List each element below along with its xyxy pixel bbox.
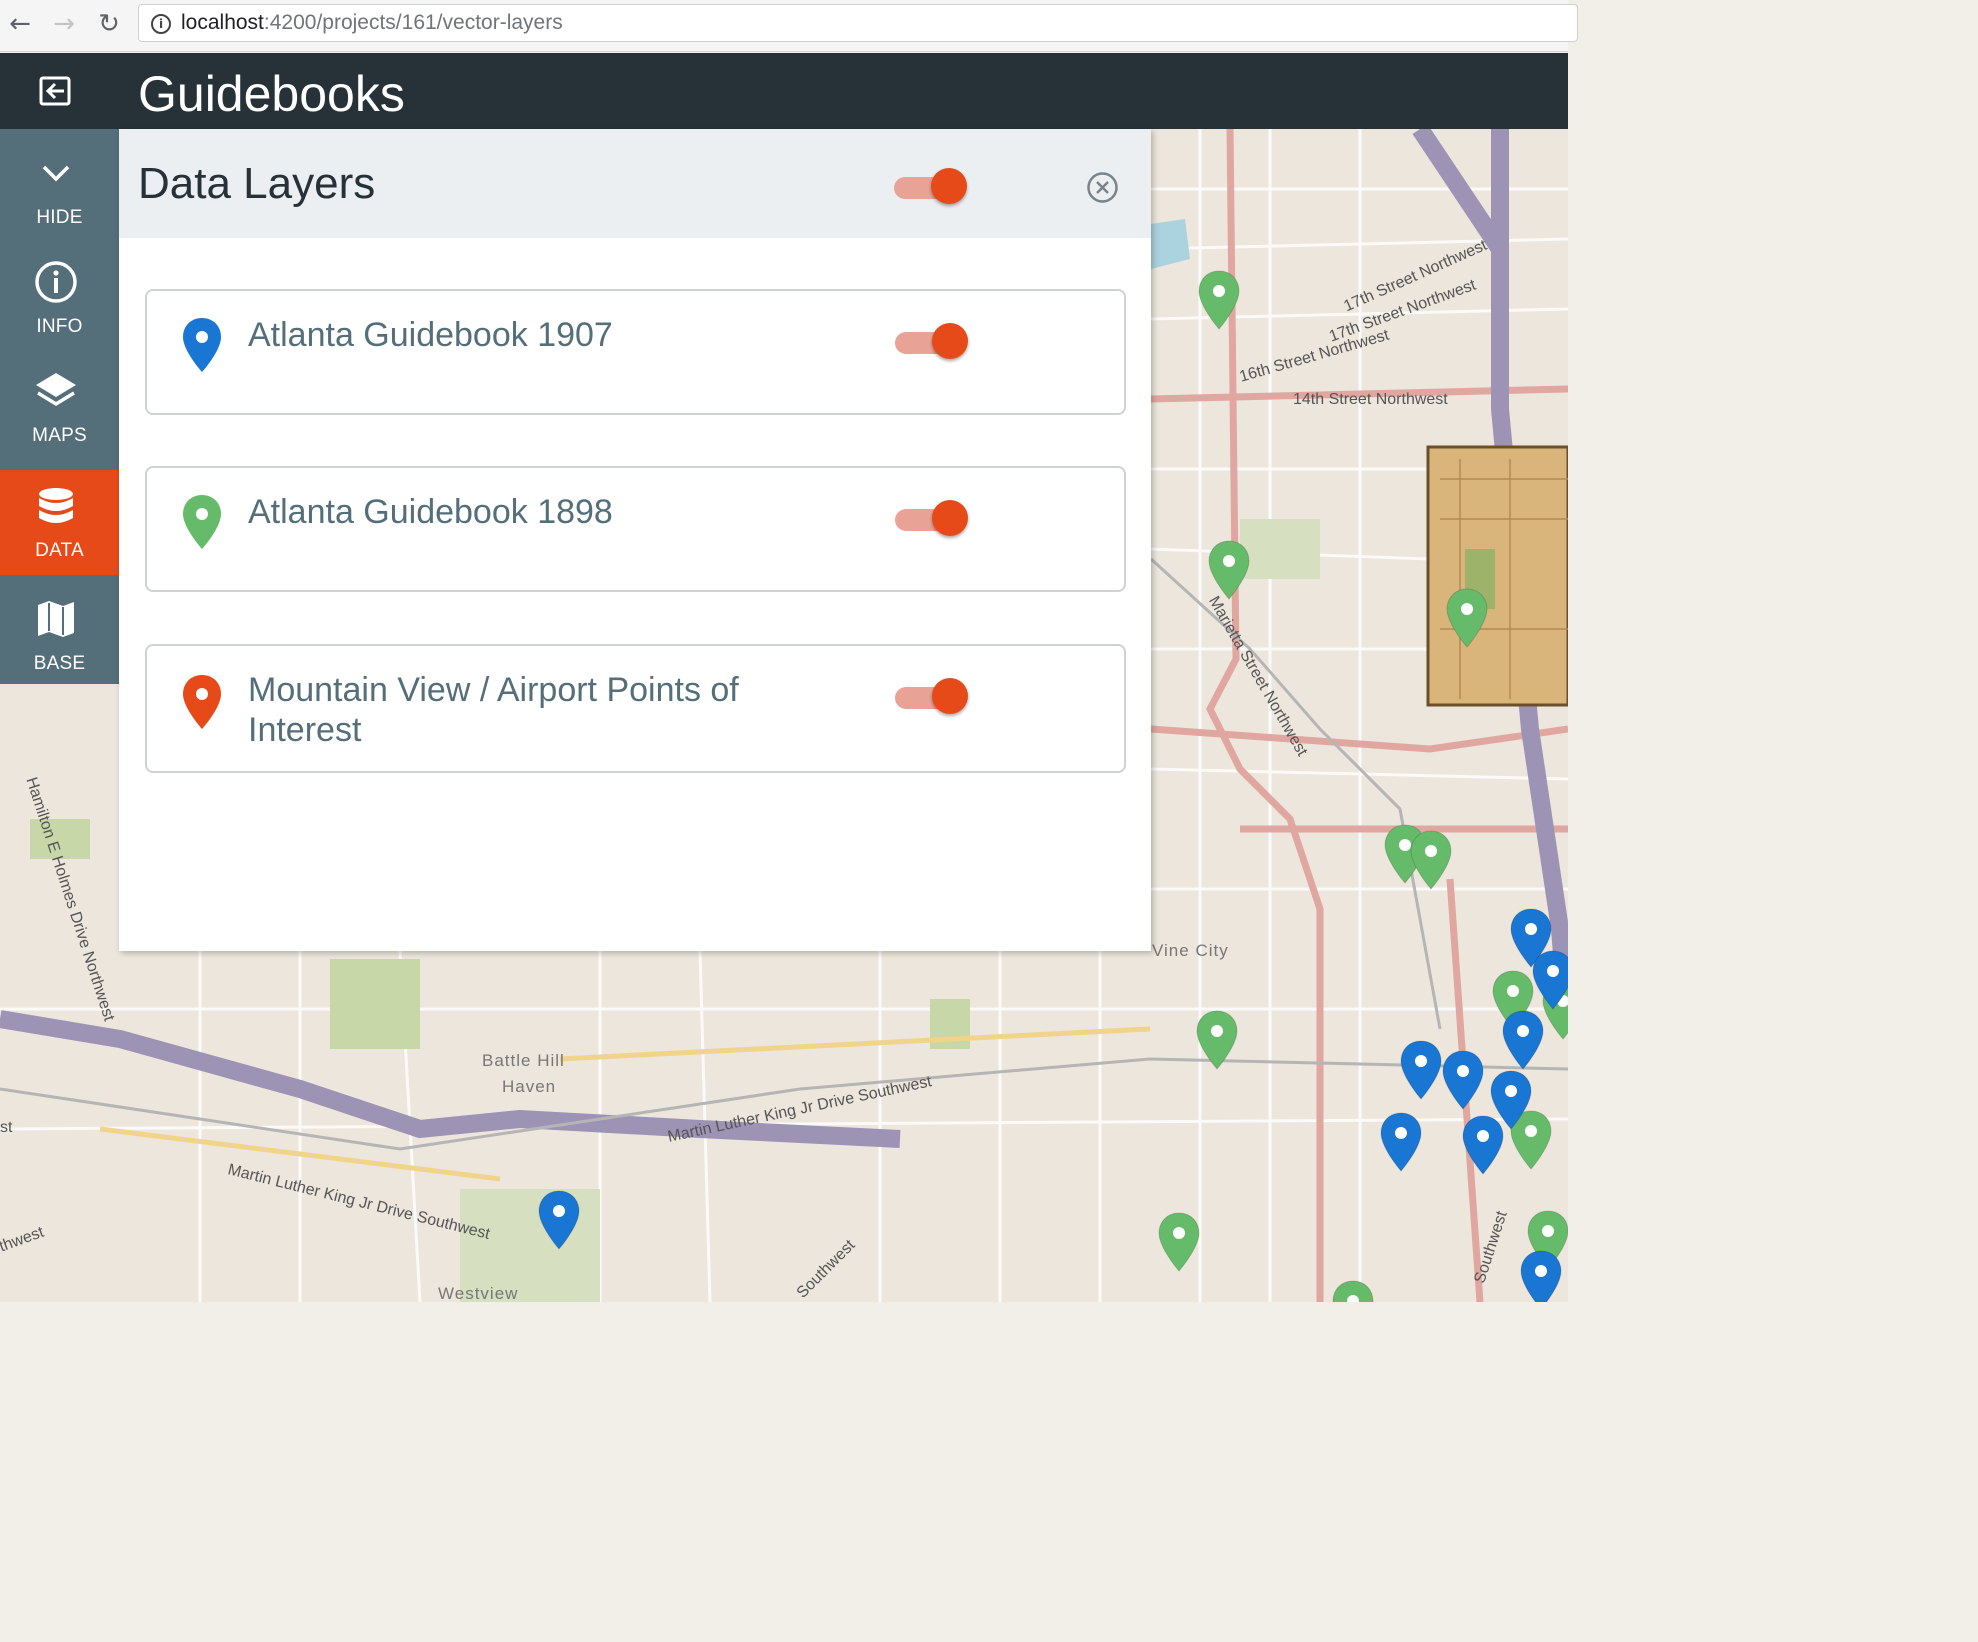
sidebar: HIDE INFO MAPS DATA BASE: [0, 129, 119, 684]
url-text[interactable]: localhost:4200/projects/161/vector-layer…: [181, 11, 563, 35]
street-label: 14th Street Northwest: [1293, 391, 1448, 408]
database-icon: [39, 488, 73, 523]
arrow-left-icon: ←: [9, 9, 31, 39]
layer-name: Mountain View / Airport Points of Intere…: [248, 671, 739, 749]
map-marker[interactable]: [1500, 1009, 1546, 1071]
map-pin-icon: [183, 675, 221, 729]
map-marker[interactable]: [1518, 1249, 1564, 1302]
sidebar-item-label: BASE: [33, 653, 86, 674]
layer-toggle[interactable]: [895, 321, 971, 361]
map-marker[interactable]: [536, 1189, 582, 1251]
layers-icon: [36, 373, 76, 407]
sidebar-item-hide[interactable]: HIDE: [0, 129, 119, 238]
master-layers-toggle[interactable]: [894, 166, 970, 206]
map-marker[interactable]: [1530, 949, 1568, 1011]
layer-card[interactable]: Atlanta Guidebook 1907: [145, 289, 1126, 415]
place-label: Westview: [438, 1284, 519, 1302]
site-info-icon[interactable]: i: [151, 14, 171, 34]
toggle-knob: [932, 500, 968, 536]
sidebar-item-base[interactable]: BASE: [0, 575, 119, 684]
arrow-right-icon: →: [53, 9, 75, 39]
url-path: :4200/projects/161/vector-layers: [263, 11, 563, 34]
street-label: st: [0, 1119, 13, 1136]
reload-button[interactable]: ↻: [93, 8, 125, 40]
place-label: Battle Hill: [482, 1051, 565, 1070]
browser-toolbar: ← → ↻ i localhost:4200/projects/161/vect…: [0, 0, 1578, 52]
chevron-down-icon: [42, 165, 70, 182]
sidebar-item-maps[interactable]: MAPS: [0, 347, 119, 456]
url-host: localhost: [181, 11, 264, 34]
panel-header: Data Layers: [119, 129, 1151, 238]
sidebar-item-label: DATA: [35, 540, 84, 561]
forward-button[interactable]: →: [48, 8, 80, 40]
map-marker[interactable]: [1206, 539, 1252, 601]
data-layers-panel: Data Layers Atlanta Guidebook 1907 Atlan…: [119, 129, 1151, 951]
toggle-knob: [932, 678, 968, 714]
map-icon: [38, 601, 74, 637]
layer-toggle[interactable]: [895, 676, 971, 716]
place-label: Haven: [502, 1077, 557, 1096]
map-marker[interactable]: [1194, 1009, 1240, 1071]
layer-name: Atlanta Guidebook 1898: [248, 493, 613, 531]
address-bar[interactable]: i localhost:4200/projects/161/vector-lay…: [138, 4, 1578, 42]
place-label: Vine City: [1152, 941, 1229, 960]
map-marker[interactable]: [1196, 269, 1242, 331]
panel-title: Data Layers: [138, 159, 376, 208]
map-marker[interactable]: [1398, 1039, 1444, 1101]
sidebar-item-label: INFO: [36, 316, 83, 337]
info-icon: [35, 261, 77, 303]
exit-icon[interactable]: [37, 73, 73, 109]
sidebar-item-label: MAPS: [32, 425, 87, 446]
map-pin-icon: [183, 318, 221, 372]
map-marker[interactable]: [1408, 829, 1454, 891]
sidebar-item-info[interactable]: INFO: [0, 238, 119, 347]
layer-card[interactable]: Atlanta Guidebook 1898: [145, 466, 1126, 592]
toggle-knob: [932, 323, 968, 359]
map-marker[interactable]: [1488, 1069, 1534, 1131]
map-marker[interactable]: [1440, 1049, 1486, 1111]
close-icon[interactable]: [1086, 171, 1119, 204]
toggle-knob: [931, 168, 967, 204]
map-marker[interactable]: [1330, 1279, 1376, 1302]
app-title: Guidebooks: [138, 66, 405, 122]
layer-name: Atlanta Guidebook 1907: [248, 316, 613, 354]
map-pin-icon: [183, 495, 221, 549]
reload-icon: ↻: [98, 9, 120, 39]
layer-card[interactable]: Mountain View / Airport Points of Intere…: [145, 644, 1126, 773]
app-header: Guidebooks: [0, 53, 1568, 129]
layer-toggle[interactable]: [895, 498, 971, 538]
map-marker[interactable]: [1444, 587, 1490, 649]
sidebar-item-label: HIDE: [36, 207, 83, 228]
back-button[interactable]: ←: [4, 8, 36, 40]
map-marker[interactable]: [1156, 1211, 1202, 1273]
map-marker[interactable]: [1378, 1111, 1424, 1173]
sidebar-item-data[interactable]: DATA: [0, 470, 119, 575]
